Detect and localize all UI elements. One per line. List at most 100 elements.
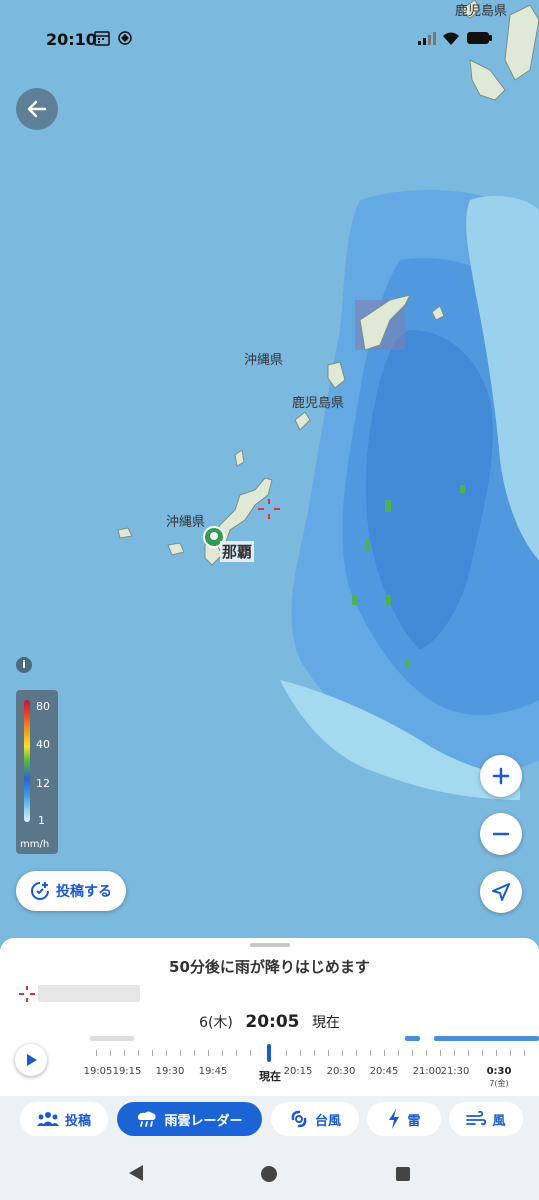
wifi-icon [443, 32, 459, 45]
tick [236, 1050, 237, 1056]
current-time-marker[interactable] [267, 1044, 271, 1062]
location-reticle-icon [19, 986, 35, 1002]
recents-square-icon[interactable] [395, 1166, 411, 1182]
plus-icon [492, 767, 510, 785]
tab-typhoon[interactable]: 台風 [271, 1102, 359, 1136]
current-location-button[interactable] [480, 871, 522, 913]
legend-level-40: 40 [36, 738, 50, 751]
back-button[interactable] [16, 88, 58, 130]
tick [440, 1050, 441, 1056]
legend-level-12: 12 [36, 777, 50, 790]
past-range-bar [90, 1036, 134, 1041]
tick [454, 1050, 455, 1056]
timeline-label: 20:45 [369, 1066, 399, 1077]
tick [166, 1050, 167, 1056]
people-icon [36, 1112, 59, 1126]
back-triangle-icon[interactable] [128, 1164, 144, 1182]
tick [496, 1050, 497, 1056]
tick [180, 1050, 181, 1056]
map-canvas [117, 0, 539, 800]
zoom-in-button[interactable] [480, 755, 522, 797]
rain-legend: 80 40 12 1 mm/h [16, 690, 58, 854]
timeline-label-next-day-time: 0:30 [486, 1066, 512, 1077]
timeline-label: 19:30 [155, 1066, 185, 1077]
post-bubble-icon [31, 882, 49, 900]
home-circle-icon[interactable] [260, 1165, 278, 1183]
tick [314, 1050, 315, 1056]
tick [222, 1050, 223, 1056]
map-label-okinawa-north: 沖縄県 [244, 353, 284, 368]
sync-icon [118, 31, 132, 45]
rain-forecast-bar [434, 1036, 539, 1041]
time-slider[interactable]: 19:05 19:15 19:30 19:45 現在 20:15 20:30 2… [84, 1036, 539, 1096]
tab-post-label: 投稿 [64, 1113, 91, 1129]
typhoon-icon [291, 1110, 307, 1128]
tab-lightning-label: 雷 [407, 1113, 421, 1129]
post-button[interactable]: 投稿する [16, 871, 126, 911]
tick [370, 1050, 371, 1056]
rain-cloud-icon [138, 1111, 157, 1127]
timeline-label: 19:15 [112, 1066, 142, 1077]
play-button[interactable] [15, 1044, 47, 1076]
tick [300, 1050, 301, 1056]
sheet-drag-handle[interactable] [250, 943, 290, 947]
tab-wind-label: 風 [492, 1113, 506, 1129]
legend-unit: mm/h [20, 839, 50, 850]
timeline-label-now: 現在 [259, 1070, 281, 1083]
location-name-placeholder [38, 985, 140, 1002]
current-time-row: 6(木) 20:05 現在 [0, 1012, 539, 1032]
current-time: 20:05 [245, 1012, 300, 1032]
tab-typhoon-label: 台風 [314, 1113, 341, 1129]
minus-icon [492, 832, 510, 836]
tick [342, 1050, 343, 1056]
tab-post[interactable]: 投稿 [20, 1102, 108, 1136]
timeline-label: 21:00 [412, 1066, 442, 1077]
tab-lightning[interactable]: 雷 [367, 1102, 441, 1136]
tick [468, 1050, 469, 1056]
calendar-icon [94, 31, 110, 46]
info-icon[interactable]: i [16, 657, 32, 673]
rain-radar-map[interactable]: 鹿児島県 沖縄県 鹿児島県 沖縄県 那覇 [0, 0, 539, 950]
tick [482, 1050, 483, 1056]
rain-forecast-bar [405, 1036, 420, 1041]
forecast-message: 50分後に雨が降りはじめます [169, 958, 370, 976]
lightning-icon [389, 1109, 400, 1129]
tick [426, 1050, 427, 1056]
tick [510, 1050, 511, 1056]
map-label-naha: 那覇 [220, 541, 255, 562]
battery-icon [467, 32, 492, 44]
map-label-okinawa-main: 沖縄県 [166, 515, 206, 530]
status-bar: 20:10 [0, 0, 539, 80]
tick [356, 1050, 357, 1056]
post-button-label: 投稿する [56, 884, 112, 900]
timeline-label: 21:30 [440, 1066, 470, 1077]
status-time: 20:10 [46, 30, 97, 49]
wind-icon [466, 1111, 487, 1126]
tick [384, 1050, 385, 1056]
legend-color-bar [24, 700, 30, 822]
tick [328, 1050, 329, 1056]
tick [194, 1050, 195, 1056]
timeline-label-next-day: 7(金) [489, 1079, 509, 1088]
play-icon [27, 1054, 37, 1066]
tick [412, 1050, 413, 1056]
tick [208, 1050, 209, 1056]
arrow-left-icon [27, 100, 47, 118]
system-nav-bar [0, 1144, 539, 1200]
bottom-tab-bar: 投稿 雨雲レーダー 台風 雷 風 [0, 1096, 539, 1144]
tick [398, 1050, 399, 1056]
tick [286, 1050, 287, 1056]
tab-rain-radar[interactable]: 雨雲レーダー [117, 1102, 262, 1136]
legend-level-1: 1 [38, 814, 45, 827]
tab-rain-radar-label: 雨雲レーダー [164, 1113, 243, 1129]
signal-icon [418, 32, 436, 45]
zoom-out-button[interactable] [480, 813, 522, 855]
tick [96, 1050, 97, 1056]
tick [138, 1050, 139, 1056]
current-date: 6(木) [199, 1015, 233, 1031]
tick [110, 1050, 111, 1056]
tab-wind[interactable]: 風 [449, 1102, 523, 1136]
tick [250, 1050, 251, 1056]
now-label: 現在 [311, 1015, 340, 1031]
timeline-label: 19:45 [198, 1066, 228, 1077]
